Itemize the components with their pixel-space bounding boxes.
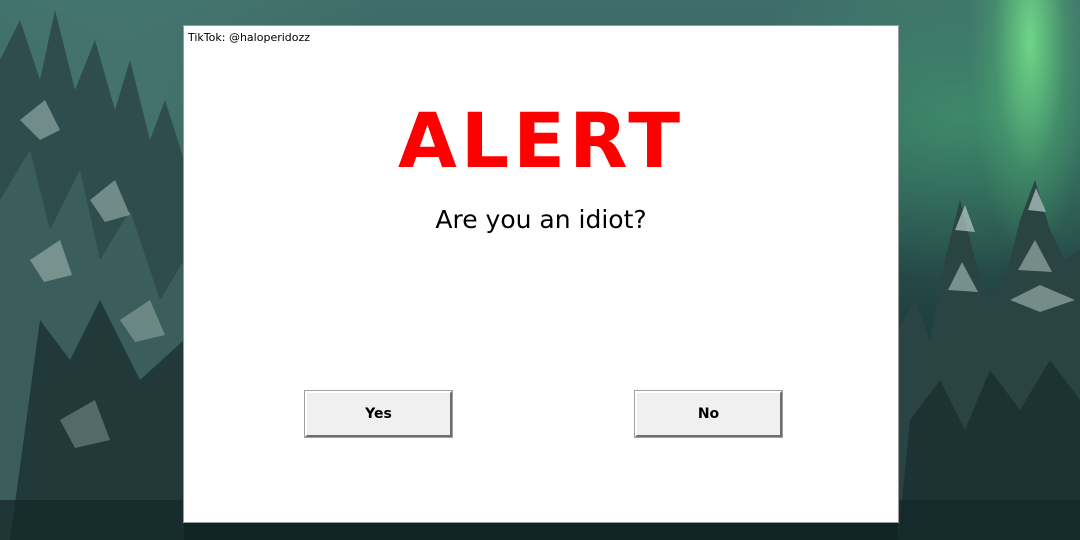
yes-button[interactable]: Yes [305, 391, 452, 437]
alert-question: Are you an idiot? [435, 205, 647, 234]
window-caption: TikTok: @haloperidozz [188, 31, 311, 44]
no-button[interactable]: No [635, 391, 782, 437]
alert-dialog-window: TikTok: @haloperidozz ALERT Are you an i… [184, 26, 898, 522]
alert-title: ALERT [397, 96, 685, 185]
